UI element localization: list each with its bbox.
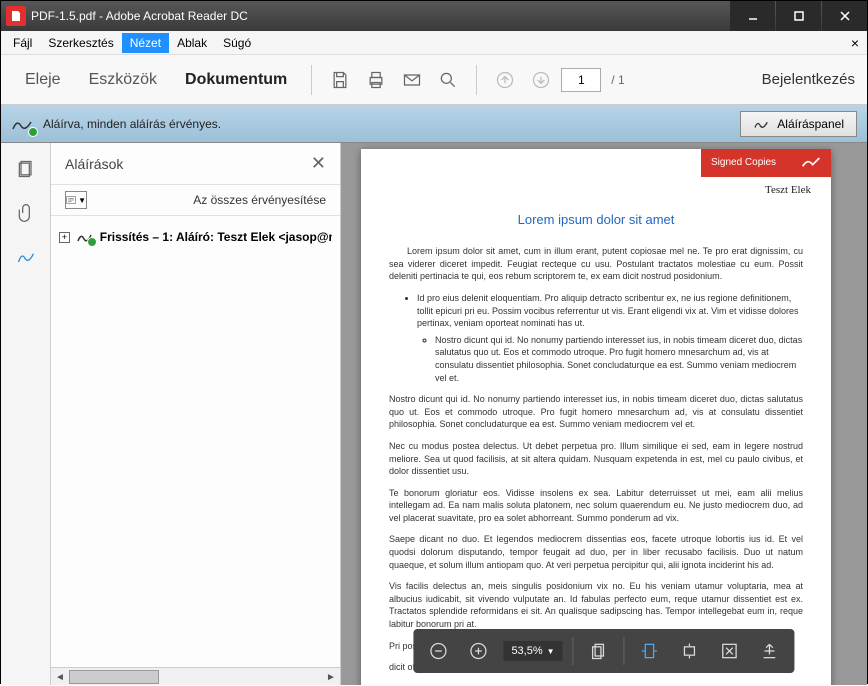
- doc-paragraph: Te bonorum gloriatur eos. Vidisse insole…: [389, 487, 803, 525]
- doc-paragraph: Saepe dicant no duo. Et legendos mediocr…: [389, 533, 803, 571]
- window-title: PDF-1.5.pdf - Adobe Acrobat Reader DC: [31, 9, 729, 23]
- menubar: Fájl Szerkesztés Nézet Ablak Súgó ×: [1, 31, 867, 55]
- menu-help[interactable]: Súgó: [215, 33, 259, 53]
- menu-window[interactable]: Ablak: [169, 33, 215, 53]
- document-title: Lorem ipsum dolor sit amet: [389, 211, 803, 229]
- signature-entry-label: Frissítés – 1: Aláíró: Teszt Elek <jasop…: [100, 230, 332, 244]
- check-badge-icon: [28, 127, 38, 137]
- floatbar-separator: [624, 637, 625, 665]
- tab-document[interactable]: Dokumentum: [173, 67, 299, 93]
- sidebar-title: Aláírások: [65, 156, 123, 172]
- email-icon[interactable]: [396, 64, 428, 96]
- signature-tree-item[interactable]: + Frissítés – 1: Aláíró: Teszt Elek <jas…: [55, 224, 336, 250]
- scrollbar-thumb[interactable]: [69, 670, 159, 684]
- signature-panel-label: Aláíráspanel: [777, 117, 844, 131]
- signature-valid-icon: [11, 114, 35, 134]
- document-viewport[interactable]: Signed Copies Teszt Elek Lorem ipsum dol…: [341, 143, 867, 685]
- window-close-button[interactable]: [822, 1, 867, 31]
- attachments-icon[interactable]: [14, 201, 38, 225]
- next-page-icon[interactable]: [525, 64, 557, 96]
- window-maximize-button[interactable]: [776, 1, 821, 31]
- zoom-in-icon[interactable]: [463, 636, 493, 666]
- sidebar-options-icon[interactable]: ▼: [65, 191, 87, 209]
- login-link[interactable]: Bejelentkezés: [762, 71, 855, 88]
- main-toolbar: Eleje Eszközök Dokumentum / 1 Bejelentke…: [1, 55, 867, 105]
- signature-tree: + Frissítés – 1: Aláíró: Teszt Elek <jas…: [51, 216, 340, 667]
- thumbnails-icon[interactable]: [14, 157, 38, 181]
- pdf-page: Signed Copies Teszt Elek Lorem ipsum dol…: [361, 149, 831, 685]
- search-icon[interactable]: [432, 64, 464, 96]
- menubar-close-icon[interactable]: ×: [851, 35, 859, 51]
- save-icon[interactable]: [324, 64, 356, 96]
- print-icon[interactable]: [360, 64, 392, 96]
- fullscreen-icon[interactable]: [715, 636, 745, 666]
- signatures-icon[interactable]: [14, 245, 38, 269]
- signed-copies-badge[interactable]: Signed Copies: [701, 149, 831, 177]
- pen-icon: [801, 156, 821, 170]
- zoom-out-icon[interactable]: [423, 636, 453, 666]
- prev-page-icon[interactable]: [489, 64, 521, 96]
- doc-paragraph: Lorem ipsum dolor sit amet, cum in illum…: [389, 245, 803, 283]
- tab-tools[interactable]: Eszközök: [77, 67, 169, 93]
- doc-paragraph: Nec cu modus postea delectus. Ut debet p…: [389, 440, 803, 478]
- doc-paragraph: Nostro dicunt qui id. No nonumy partiend…: [389, 393, 803, 431]
- fit-height-icon[interactable]: [675, 636, 705, 666]
- document-body: Lorem ipsum dolor sit amet, cum in illum…: [389, 245, 803, 674]
- window-titlebar: PDF-1.5.pdf - Adobe Acrobat Reader DC: [1, 1, 867, 31]
- scroll-left-arrow-icon[interactable]: ◄: [51, 668, 69, 686]
- tree-expand-icon[interactable]: +: [59, 232, 70, 243]
- signed-badge-label: Signed Copies: [711, 156, 776, 170]
- validate-all-link[interactable]: Az összes érvényesítése: [193, 193, 326, 207]
- page-number-input[interactable]: [561, 68, 601, 92]
- main-area: Aláírások ✕ ▼ Az összes érvényesítése + …: [1, 143, 867, 685]
- floatbar-separator: [573, 637, 574, 665]
- toolbar-separator: [476, 65, 477, 95]
- page-total-label: / 1: [611, 73, 624, 87]
- scroll-right-arrow-icon[interactable]: ►: [322, 668, 340, 686]
- toolbar-separator: [311, 65, 312, 95]
- signature-panel-button[interactable]: Aláíráspanel: [740, 111, 857, 137]
- left-rail: [1, 143, 51, 685]
- signer-name: Teszt Elek: [765, 183, 811, 198]
- sidebar-close-icon[interactable]: ✕: [311, 153, 326, 174]
- read-mode-icon[interactable]: [755, 636, 785, 666]
- sidebar-horizontal-scrollbar[interactable]: ◄ ►: [51, 667, 340, 685]
- check-badge-icon: [87, 237, 97, 247]
- signature-status-bar: Aláírva, minden aláírás érvényes. Aláírá…: [1, 105, 867, 143]
- signature-status-text: Aláírva, minden aláírás érvényes.: [43, 117, 740, 131]
- zoom-value: 53,5%: [511, 645, 542, 657]
- fit-width-icon[interactable]: [635, 636, 665, 666]
- signatures-sidebar: Aláírások ✕ ▼ Az összes érvényesítése + …: [51, 143, 341, 685]
- app-icon: [6, 6, 26, 26]
- fit-page-icon[interactable]: [584, 636, 614, 666]
- menu-edit[interactable]: Szerkesztés: [40, 33, 121, 53]
- doc-list-subitem: Nostro dicunt qui id. No nonumy partiend…: [435, 334, 803, 384]
- zoom-level-select[interactable]: 53,5%▼: [503, 641, 562, 661]
- doc-paragraph: Vis facilis delectus an, meis singulis p…: [389, 580, 803, 630]
- doc-list-item: Id pro eius delenit eloquentiam. Pro ali…: [417, 292, 803, 330]
- menu-file[interactable]: Fájl: [5, 33, 40, 53]
- tab-home[interactable]: Eleje: [13, 67, 73, 93]
- window-minimize-button[interactable]: [730, 1, 775, 31]
- signature-entry-icon: [76, 230, 94, 244]
- floating-view-toolbar: 53,5%▼: [413, 629, 794, 673]
- menu-view[interactable]: Nézet: [122, 33, 169, 53]
